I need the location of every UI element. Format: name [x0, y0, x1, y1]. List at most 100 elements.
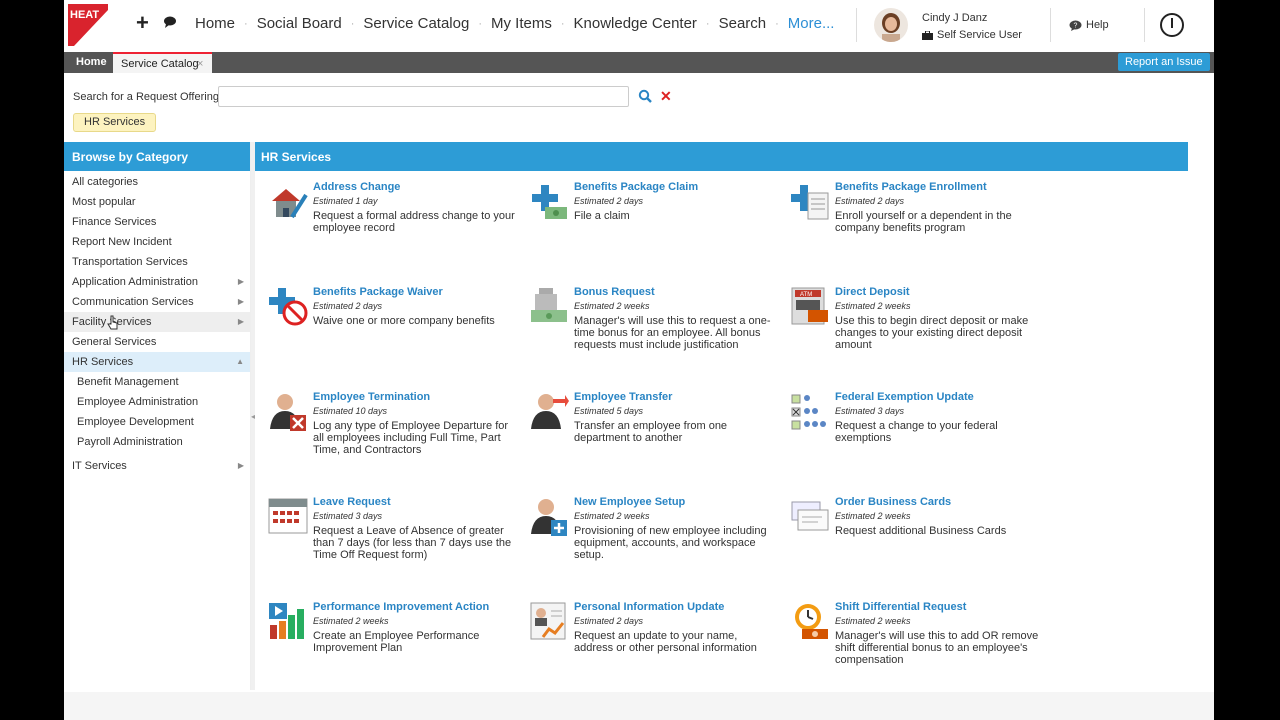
nav-more[interactable]: More...: [779, 15, 844, 32]
category-label: Communication Services: [72, 296, 194, 308]
status-bar: [64, 692, 1214, 720]
offering-title[interactable]: Leave Request: [313, 496, 391, 508]
offering-description: Create an Employee Performance Improveme…: [313, 630, 480, 654]
offering-estimate: Estimated 1 day: [313, 196, 378, 206]
offering-title[interactable]: Benefits Package Waiver: [313, 286, 443, 298]
offering-title[interactable]: Federal Exemption Update: [835, 391, 974, 403]
money-stack-icon: [531, 288, 567, 322]
offering-title[interactable]: Shift Differential Request: [835, 601, 966, 613]
heat-logo[interactable]: HEAT: [68, 4, 108, 46]
category-employee-development[interactable]: Employee Development: [64, 412, 250, 432]
category-label: General Services: [72, 336, 157, 348]
clear-search-icon[interactable]: ✕: [660, 88, 672, 105]
expand-arrow-icon[interactable]: ▶: [238, 272, 244, 292]
offering-title[interactable]: Benefits Package Claim: [574, 181, 698, 193]
category-report-incident[interactable]: Report New Incident: [64, 232, 250, 252]
user-name: Cindy J Danz: [922, 12, 988, 24]
user-role[interactable]: Self Service User: [922, 29, 1022, 41]
offering-title[interactable]: Address Change: [313, 181, 400, 193]
nav-service-catalog[interactable]: Service Catalog: [354, 15, 478, 32]
personal-info-icon: [530, 602, 566, 640]
divider: [1144, 8, 1145, 42]
offering-title[interactable]: Employee Termination: [313, 391, 430, 403]
create-new-icon[interactable]: +: [136, 12, 149, 34]
category-label: Benefit Management: [77, 376, 179, 388]
help-button[interactable]: ? Help: [1069, 19, 1109, 31]
offering-title[interactable]: Performance Improvement Action: [313, 601, 489, 613]
offering-title[interactable]: Benefits Package Enrollment: [835, 181, 987, 193]
nav-social-board[interactable]: Social Board: [248, 15, 351, 32]
category-benefit-management[interactable]: Benefit Management: [64, 372, 250, 392]
offering-description: Provisioning of new employee including e…: [574, 525, 767, 561]
business-cards-icon: [791, 501, 829, 531]
search-input[interactable]: [218, 86, 629, 107]
tab-home[interactable]: Home: [64, 52, 119, 73]
expand-arrow-icon[interactable]: ▶: [238, 456, 244, 476]
person-transfer-icon: [531, 394, 569, 429]
offering-description: Manager's will use this to add OR remove…: [835, 630, 1039, 666]
category-hr-services[interactable]: HR Services ▲: [64, 352, 250, 372]
category-label: Employee Administration: [77, 396, 199, 408]
offering-estimate: Estimated 2 days: [574, 196, 644, 206]
category-all[interactable]: All categories: [64, 172, 250, 192]
left-letterbox: [0, 0, 64, 720]
help-label: Help: [1086, 19, 1109, 31]
divider: [1050, 8, 1051, 42]
offering-description: Waive one or more company benefits: [313, 315, 495, 327]
category-finance[interactable]: Finance Services: [64, 212, 250, 232]
offering-description: Request additional Business Cards: [835, 525, 1007, 537]
briefcase-icon: [922, 30, 933, 40]
expand-arrow-icon[interactable]: ▶: [238, 292, 244, 312]
category-facility[interactable]: Facility Services ▶: [64, 312, 250, 332]
offering-title[interactable]: Personal Information Update: [574, 601, 724, 613]
divider: [856, 8, 857, 42]
offering-estimate: Estimated 5 days: [574, 406, 644, 416]
svg-text:ATM: ATM: [800, 292, 812, 298]
offering-description: Transfer an employee from one department…: [574, 420, 728, 444]
collapse-arrow-icon[interactable]: ▲: [236, 352, 244, 372]
category-application-admin[interactable]: Application Administration ▶: [64, 272, 250, 292]
nav-home[interactable]: Home: [195, 15, 244, 32]
offering-estimate: Estimated 2 days: [313, 301, 383, 311]
category-label: Transportation Services: [72, 256, 188, 268]
offering-estimate: Estimated 2 weeks: [574, 511, 650, 521]
category-label: Application Administration: [72, 276, 198, 288]
logo-text: HEAT: [70, 9, 99, 21]
user-avatar[interactable]: [874, 8, 908, 42]
offering-description: Manager's will use this to request a one…: [574, 315, 771, 351]
nav-knowledge-center[interactable]: Knowledge Center: [565, 15, 706, 32]
category-transportation[interactable]: Transportation Services: [64, 252, 250, 272]
offering-title[interactable]: New Employee Setup: [574, 496, 685, 508]
category-most-popular[interactable]: Most popular: [64, 192, 250, 212]
offering-description: Log any type of Employee Departure for a…: [313, 420, 509, 456]
offering-title[interactable]: Direct Deposit: [835, 286, 910, 298]
close-icon[interactable]: ×: [197, 54, 203, 74]
filter-chip[interactable]: HR Services: [73, 113, 157, 132]
offering-title[interactable]: Bonus Request: [574, 286, 655, 298]
power-icon[interactable]: [1160, 13, 1184, 37]
chat-icon[interactable]: [163, 16, 177, 28]
category-label: IT Services: [72, 460, 127, 472]
report-issue-button[interactable]: Report an Issue: [1118, 53, 1210, 71]
nav-search[interactable]: Search: [710, 15, 776, 32]
right-letterbox: [1214, 0, 1280, 720]
offering-title[interactable]: Employee Transfer: [574, 391, 672, 403]
performance-chart-icon: [269, 603, 304, 639]
search-icon[interactable]: [638, 89, 652, 103]
category-label: Payroll Administration: [77, 436, 183, 448]
nav-my-items[interactable]: My Items: [482, 15, 561, 32]
category-communication[interactable]: Communication Services ▶: [64, 292, 250, 312]
category-label: HR Services: [72, 356, 134, 368]
category-it-services[interactable]: IT Services ▶: [64, 456, 250, 476]
expand-arrow-icon[interactable]: ▶: [238, 312, 244, 332]
category-employee-admin[interactable]: Employee Administration: [64, 392, 250, 412]
medical-money-icon: [532, 185, 567, 219]
category-payroll-admin[interactable]: Payroll Administration: [64, 432, 250, 452]
offering-title[interactable]: Order Business Cards: [835, 496, 951, 508]
offering-estimate: Estimated 3 days: [313, 511, 383, 521]
person-remove-icon: [270, 394, 306, 431]
offering-description: Request a change to your federal exempti…: [835, 420, 998, 444]
offerings-panel: HR Services Address Change Estimated 1 d…: [255, 142, 1188, 690]
category-general[interactable]: General Services: [64, 332, 250, 352]
tab-service-catalog[interactable]: Service Catalog ×: [113, 52, 212, 73]
